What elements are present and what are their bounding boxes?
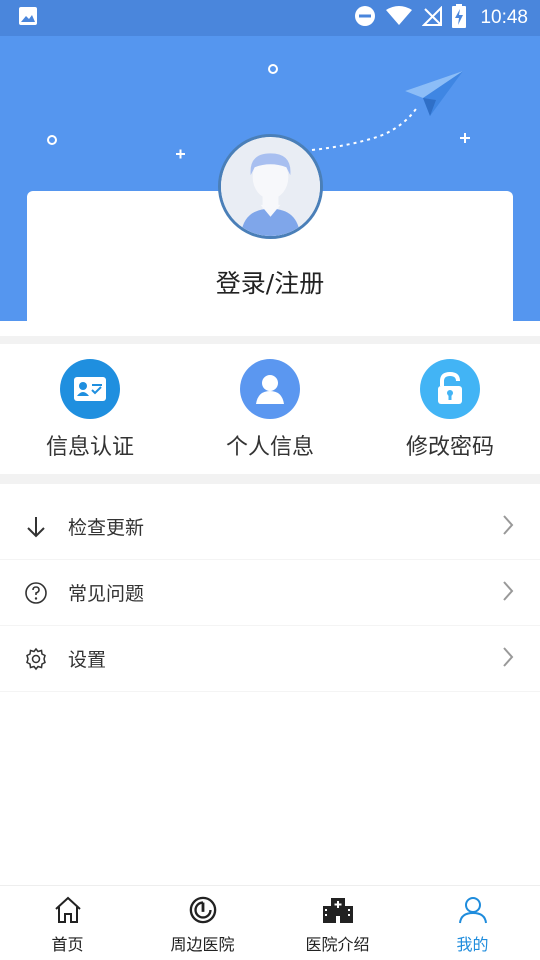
avatar[interactable] [218, 134, 323, 239]
gear-icon [24, 647, 48, 671]
settings-menu: 检查更新 常见问题 设置 [0, 494, 540, 692]
hospital-icon [322, 896, 354, 928]
tab-nearby-hospitals[interactable]: 周边医院 [135, 886, 270, 960]
quick-action-label: 个人信息 [225, 435, 314, 460]
tab-label: 医院介绍 [305, 935, 370, 954]
tab-label: 首页 [51, 935, 84, 954]
chevron-right-icon [502, 580, 514, 606]
person-icon [458, 896, 488, 928]
quick-action-verify[interactable]: 信息认证 [0, 344, 180, 474]
no-signal-icon [422, 5, 443, 30]
menu-item-check-update[interactable]: 检查更新 [0, 494, 540, 560]
tab-hospital-intro[interactable]: 医院介绍 [270, 886, 405, 960]
tab-label: 周边医院 [170, 935, 235, 954]
menu-item-settings[interactable]: 设置 [0, 626, 540, 692]
dnd-icon [354, 5, 376, 31]
tab-mine[interactable]: 我的 [405, 886, 540, 960]
home-icon [53, 896, 83, 928]
status-time: 10:48 [480, 7, 528, 28]
chevron-right-icon [502, 646, 514, 672]
unlock-icon [420, 359, 480, 419]
divider [0, 474, 540, 484]
menu-item-label: 常见问题 [68, 583, 145, 605]
image-icon [18, 6, 38, 30]
tab-home[interactable]: 首页 [0, 886, 135, 960]
wifi-icon [386, 6, 413, 30]
menu-item-faq[interactable]: 常见问题 [0, 560, 540, 626]
quick-action-password[interactable]: 修改密码 [360, 344, 540, 474]
bottom-tab-bar: 首页 周边医院 医院介绍 我的 [0, 885, 540, 960]
status-bar: 10:48 [0, 0, 540, 36]
avatar-icon [221, 137, 320, 236]
chevron-right-icon [502, 514, 514, 540]
quick-actions: 信息认证 个人信息 修改密码 [0, 344, 540, 474]
quick-action-label: 修改密码 [405, 435, 494, 460]
quick-action-profile[interactable]: 个人信息 [180, 344, 360, 474]
download-arrow-icon [24, 515, 48, 539]
tab-label: 我的 [456, 935, 489, 954]
battery-charging-icon [452, 4, 467, 32]
quick-action-label: 信息认证 [45, 435, 134, 460]
question-icon [24, 581, 48, 605]
user-icon [240, 359, 300, 419]
id-card-icon [60, 359, 120, 419]
menu-item-label: 检查更新 [68, 517, 145, 539]
menu-item-label: 设置 [68, 649, 107, 671]
radar-icon [188, 896, 218, 928]
login-register-link[interactable]: 登录/注册 [0, 264, 540, 300]
divider [0, 336, 540, 344]
